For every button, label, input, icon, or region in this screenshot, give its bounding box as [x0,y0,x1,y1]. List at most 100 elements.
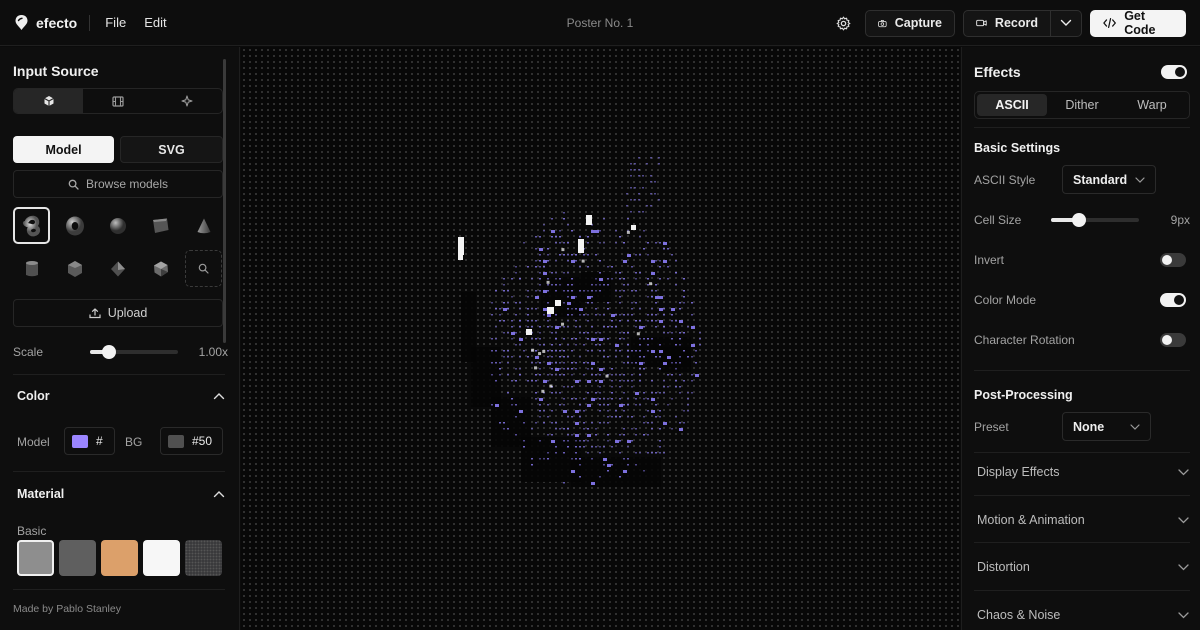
chevron-down-icon [1178,611,1189,618]
record-options-button[interactable] [1051,9,1082,37]
knot-model-icon [22,215,40,236]
gear-icon [836,16,850,30]
effects-enabled-toggle[interactable] [1161,65,1187,79]
tab-warp[interactable]: Warp [1117,94,1187,116]
model-icosahedron[interactable] [142,250,179,287]
menu-edit[interactable]: Edit [144,15,166,30]
cell-size-row: Cell Size 9px [974,211,1190,229]
tab-video[interactable] [83,89,152,113]
model-octahedron[interactable] [99,250,136,287]
cell-size-slider[interactable] [1051,213,1139,227]
left-panel-scrollbar[interactable] [223,59,226,343]
preview-canvas[interactable] [241,47,960,630]
cell-size-value: 9px [1170,213,1190,227]
divider [974,590,1190,591]
material-swatch-dark-grey[interactable] [59,540,96,576]
top-bar: efecto File Edit Poster No. 1 Capture Re… [0,0,1200,46]
chevron-up-icon [213,393,225,400]
settings-button[interactable] [829,9,857,37]
get-code-button[interactable]: Get Code [1090,9,1186,37]
model-torus[interactable] [56,207,93,244]
logo[interactable]: efecto [14,14,77,31]
scale-slider[interactable] [90,345,178,359]
display-effects-label: Display Effects [977,465,1060,479]
divider [974,370,1190,371]
color-section-header[interactable]: Color [17,389,225,403]
material-swatch-grey[interactable] [17,540,54,576]
bg-color-label: BG [125,435,143,449]
material-section-header[interactable]: Material [17,487,225,501]
tab-ascii[interactable]: ASCII [977,94,1047,116]
ascii-style-select[interactable]: Standard [1062,165,1156,194]
material-swatch-charcoal[interactable] [185,540,222,576]
scale-value: 1.00x [198,345,228,359]
model-knot[interactable] [13,207,50,244]
scale-control: Scale 1.00x [13,343,228,361]
material-swatch-white[interactable] [143,540,180,576]
upload-icon [89,307,101,318]
model-cone[interactable] [185,207,222,244]
model-box[interactable] [142,207,179,244]
ascii-style-row: ASCII Style Standard [974,165,1190,195]
torus-model-icon [65,216,84,235]
capture-button[interactable]: Capture [865,9,955,37]
icosahedron-model-icon [153,261,168,276]
octahedron-model-icon [110,261,125,276]
search-icon [198,263,209,274]
upload-label: Upload [107,306,148,320]
ascii-style-value: Standard [1073,172,1128,187]
chevron-down-icon [1130,423,1140,430]
code-icon [1103,17,1116,29]
model-color-picker[interactable]: # [64,427,115,455]
material-swatch-orange[interactable] [101,540,138,576]
invert-label: Invert [974,253,1005,267]
basic-settings-title: Basic Settings [974,141,1061,155]
chaos-noise-section[interactable]: Chaos & Noise [977,608,1189,622]
distortion-section[interactable]: Distortion [977,560,1189,574]
tab-generate[interactable] [153,89,222,113]
cylinder-model-icon [25,260,38,276]
tab-3d-model[interactable] [14,89,84,113]
video-camera-icon [976,19,987,27]
app-name: efecto [36,14,78,31]
bg-color-picker[interactable]: #50 [160,427,223,455]
get-code-label: Get Code [1124,9,1156,37]
invert-toggle[interactable] [1160,253,1186,267]
upload-button[interactable]: Upload [13,299,223,327]
model-color-value: # [96,434,103,448]
chevron-up-icon [213,491,225,498]
film-icon [112,95,124,107]
browse-models-button[interactable]: Browse models [13,170,223,198]
distortion-label: Distortion [977,560,1030,574]
svg-tab-button[interactable]: SVG [120,136,223,163]
record-label: Record [994,16,1038,30]
divider [13,374,225,375]
model-dodecahedron[interactable] [56,250,93,287]
color-mode-label: Color Mode [974,293,1037,307]
model-tab-button[interactable]: Model [13,136,114,163]
color-mode-toggle[interactable] [1160,293,1186,307]
divider [13,471,225,472]
bg-color-value: #50 [192,434,213,448]
model-cylinder[interactable] [13,250,50,287]
material-group-label: Basic [17,524,47,538]
model-color-label: Model [17,435,50,449]
character-rotation-toggle[interactable] [1160,333,1186,347]
motion-animation-section[interactable]: Motion & Animation [977,513,1189,527]
color-section-title: Color [17,389,50,403]
motion-animation-label: Motion & Animation [977,513,1085,527]
record-button[interactable]: Record [963,9,1051,37]
cell-size-slider-handle[interactable] [1071,213,1086,227]
camera-icon [878,19,887,27]
model-search-button[interactable] [185,250,222,287]
divider [974,495,1190,496]
preset-select[interactable]: None [1062,412,1151,441]
post-processing-title: Post-Processing [974,388,1073,402]
scale-slider-handle[interactable] [102,345,117,359]
model-sphere[interactable] [99,207,136,244]
display-effects-section[interactable]: Display Effects [977,465,1189,479]
chaos-noise-label: Chaos & Noise [977,608,1061,622]
footer-credit[interactable]: Made by Pablo Stanley [13,603,121,615]
tab-dither[interactable]: Dither [1047,94,1117,116]
menu-file[interactable]: File [105,15,126,30]
